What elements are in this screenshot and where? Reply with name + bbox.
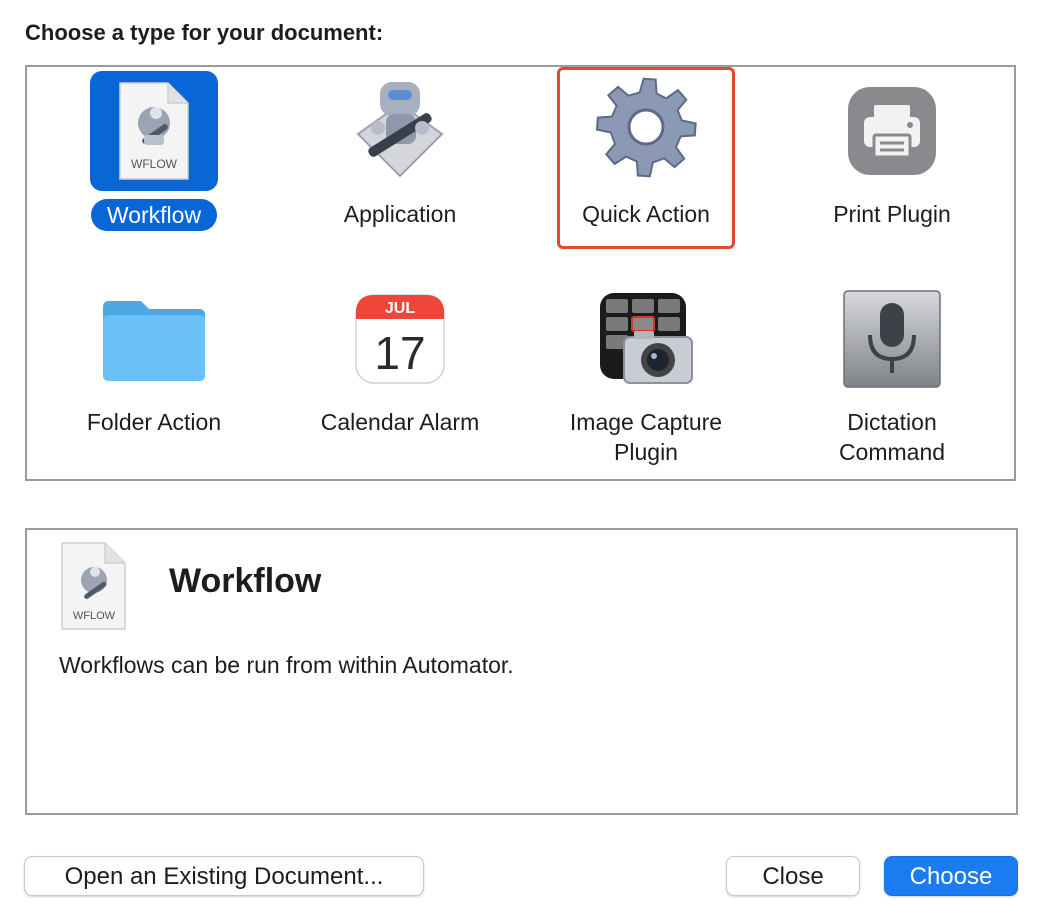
workflow-file-icon: WFLOW	[114, 79, 194, 183]
type-label: Image Capture Plugin	[569, 409, 723, 465]
type-dictation-command[interactable]: Dictation Command	[769, 277, 1015, 477]
description-title: Workflow	[169, 562, 322, 600]
workflow-file-label: WFLOW	[131, 157, 178, 171]
description-text: Workflows can be run from within Automat…	[59, 652, 514, 678]
type-label: Application	[343, 201, 457, 227]
close-button[interactable]: Close	[726, 856, 860, 896]
choose-button[interactable]: Choose	[884, 856, 1018, 896]
workflow-file-icon: WFLOW	[57, 540, 133, 632]
calendar-icon: JUL 17	[336, 279, 464, 399]
description-panel: WFLOW Workflow Workflows can be run from…	[25, 528, 1018, 815]
type-label: Print Plugin	[833, 201, 951, 227]
printer-icon	[828, 71, 956, 191]
prompt-label: Choose a type for your document:	[25, 20, 384, 45]
document-type-grid: WFLOW Workflow Application Quick Action …	[25, 65, 1016, 481]
image-capture-camera-icon	[582, 279, 710, 399]
selection-background: WFLOW	[90, 71, 218, 191]
type-folder-action[interactable]: Folder Action	[31, 277, 277, 477]
type-label: Folder Action	[86, 409, 222, 435]
type-calendar-alarm[interactable]: JUL 17 Calendar Alarm	[277, 277, 523, 477]
calendar-month: JUL	[385, 300, 415, 317]
quick-action-highlight	[557, 67, 735, 249]
type-print-plugin[interactable]: Print Plugin	[769, 69, 1015, 269]
microphone-icon	[828, 279, 956, 399]
type-image-capture-plugin[interactable]: Image Capture Plugin	[523, 277, 769, 477]
open-existing-document-button[interactable]: Open an Existing Document...	[24, 856, 424, 896]
type-application[interactable]: Application	[277, 69, 523, 269]
calendar-day: 17	[374, 327, 425, 379]
workflow-file-label: WFLOW	[73, 610, 116, 622]
type-label: Calendar Alarm	[320, 409, 480, 435]
folder-icon	[90, 279, 218, 399]
type-label: Dictation Command	[838, 409, 946, 465]
type-workflow[interactable]: WFLOW Workflow	[31, 69, 277, 269]
automator-robot-icon	[336, 71, 464, 191]
type-label: Workflow	[90, 199, 218, 231]
